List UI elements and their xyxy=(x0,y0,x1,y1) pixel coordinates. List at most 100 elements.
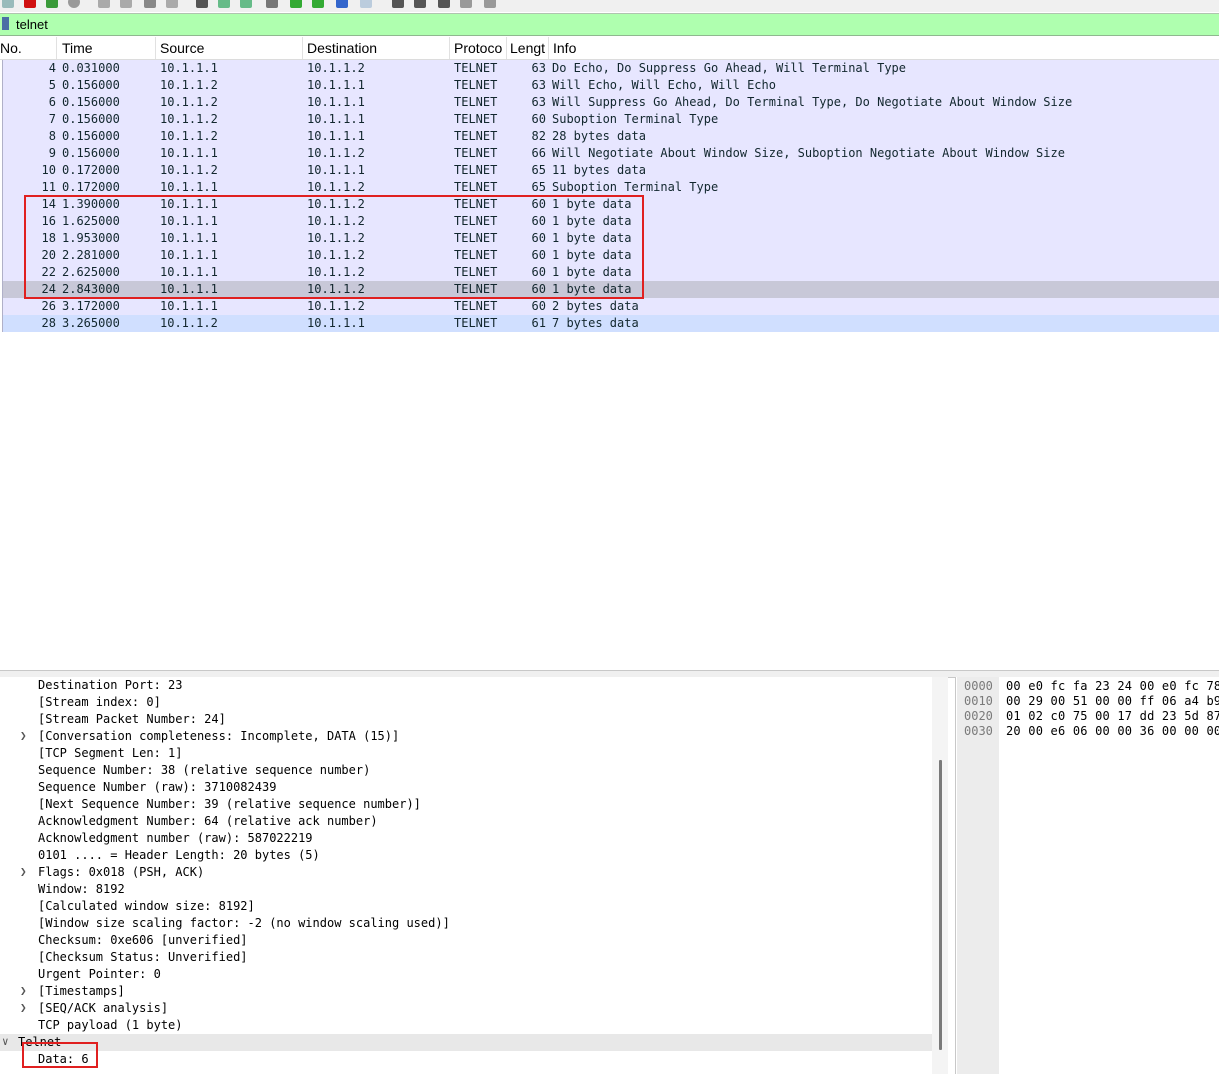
autoscroll-icon[interactable] xyxy=(336,0,348,8)
detail-row[interactable]: Sequence Number: 38 (relative sequence n… xyxy=(0,762,932,779)
detail-text: Flags: 0x018 (PSH, ACK) xyxy=(38,865,205,879)
detail-text: [Calculated window size: 8192] xyxy=(38,899,255,913)
detail-text: Sequence Number (raw): 3710082439 xyxy=(38,780,277,794)
detail-text: [Conversation completeness: Incomplete, … xyxy=(38,729,400,743)
go-back-icon[interactable] xyxy=(218,0,230,8)
packet-time-cell: 0.156000 xyxy=(62,146,120,160)
detail-row[interactable]: ❯ [SEQ/ACK analysis] xyxy=(0,1000,932,1017)
capture-options-icon[interactable] xyxy=(68,0,80,8)
packet-list-header: No. Time Source Destination Protoco Leng… xyxy=(0,37,1219,60)
expand-arrow-icon[interactable]: ❯ xyxy=(20,729,27,742)
packet-row[interactable]: 8 0.156000 10.1.1.2 10.1.1.1 TELNET 82 28 byte… xyxy=(2,128,1219,145)
expand-arrow-icon[interactable]: ❯ xyxy=(20,984,27,997)
detail-row[interactable]: Checksum: 0xe606 [unverified] xyxy=(0,932,932,949)
details-scrollbar-thumb[interactable] xyxy=(939,760,942,1050)
go-last-icon[interactable] xyxy=(312,0,324,8)
packet-row[interactable]: 6 0.156000 10.1.1.2 10.1.1.1 TELNET 63 Will Su… xyxy=(2,94,1219,111)
packet-row[interactable]: 4 0.031000 10.1.1.1 10.1.1.2 TELNET 63 Do Echo… xyxy=(2,60,1219,77)
display-filter-input[interactable] xyxy=(14,15,1208,33)
column-header-protocol[interactable]: Protoco xyxy=(454,40,505,56)
find-packet-icon[interactable] xyxy=(196,0,208,8)
packet-row[interactable]: 10 0.172000 10.1.1.2 10.1.1.1 TELNET 65 11 byt… xyxy=(2,162,1219,179)
detail-row[interactable]: Acknowledgment number (raw): 587022219 xyxy=(0,830,932,847)
normal-size-icon[interactable] xyxy=(438,0,450,8)
expand-arrow-icon[interactable]: ❯ xyxy=(20,865,27,878)
detail-row[interactable]: ❯ [Conversation completeness: Incomplete,… xyxy=(0,728,932,745)
detail-text: [SEQ/ACK analysis] xyxy=(38,1001,169,1015)
detail-text: Acknowledgment number (raw): 587022219 xyxy=(38,831,313,845)
column-header-time[interactable]: Time xyxy=(62,40,154,56)
detail-row[interactable]: 0101 .... = Header Length: 20 bytes (5) xyxy=(0,847,932,864)
packet-dst-cell: 10.1.1.2 xyxy=(307,299,365,313)
column-header-info[interactable]: Info xyxy=(553,40,753,56)
detail-row[interactable]: Sequence Number (raw): 3710082439 xyxy=(0,779,932,796)
packet-time-cell: 3.172000 xyxy=(62,299,120,313)
go-to-packet-icon[interactable] xyxy=(266,0,278,8)
colorize-icon[interactable] xyxy=(360,0,372,8)
detail-row-telnet[interactable]: ∨ Telnet xyxy=(0,1034,932,1051)
column-header-no[interactable]: No. xyxy=(0,40,54,56)
filter-bookmark-icon[interactable] xyxy=(2,17,9,33)
bytes-hex: 20 00 e6 06 00 00 36 00 00 00 xyxy=(1006,724,1219,738)
detail-row-telnet-data[interactable]: Data: 6 xyxy=(0,1051,932,1068)
reload-icon[interactable] xyxy=(166,0,178,8)
expand-arrow-icon[interactable]: ∨ xyxy=(2,1035,9,1048)
detail-text: 0101 .... = Header Length: 20 bytes (5) xyxy=(38,848,320,862)
packet-len-cell: 63 xyxy=(531,61,546,75)
packet-len-cell: 61 xyxy=(531,316,546,330)
detail-row[interactable]: Urgent Pointer: 0 xyxy=(0,966,932,983)
detail-row[interactable]: [Window size scaling factor: -2 (no wind… xyxy=(0,915,932,932)
packet-no-cell: 5 xyxy=(48,78,56,92)
detail-row[interactable]: [TCP Segment Len: 1] xyxy=(0,745,932,762)
packet-row[interactable]: 9 0.156000 10.1.1.1 10.1.1.2 TELNET 66 Will Ne… xyxy=(2,145,1219,162)
packet-row[interactable]: 26 3.172000 10.1.1.1 10.1.1.2 TELNET 60 2 byte… xyxy=(2,298,1219,315)
annotation-data-box xyxy=(22,1042,98,1068)
column-header-source[interactable]: Source xyxy=(160,40,300,56)
column-header-length[interactable]: Lengt xyxy=(510,40,548,56)
packet-row[interactable]: 11 0.172000 10.1.1.1 10.1.1.2 TELNET 65 Subopt… xyxy=(2,179,1219,196)
detail-row[interactable]: [Calculated window size: 8192] xyxy=(0,898,932,915)
detail-row[interactable]: Window: 8192 xyxy=(0,881,932,898)
detail-text: Acknowledgment Number: 64 (relative ack … xyxy=(38,814,378,828)
packet-no-cell: 9 xyxy=(48,146,56,160)
zoom-out-icon[interactable] xyxy=(414,0,426,8)
detail-row[interactable]: Destination Port: 23 xyxy=(0,677,932,694)
detail-text: [TCP Segment Len: 1] xyxy=(38,746,183,760)
packet-len-cell: 82 xyxy=(531,129,546,143)
packet-proto-cell: TELNET xyxy=(454,61,498,75)
detail-row[interactable]: ❯ [Timestamps] xyxy=(0,983,932,1000)
go-forward-icon[interactable] xyxy=(240,0,252,8)
packet-src-cell: 10.1.1.2 xyxy=(160,129,218,143)
detail-row[interactable]: [Stream index: 0] xyxy=(0,694,932,711)
detail-row[interactable]: [Checksum Status: Unverified] xyxy=(0,949,932,966)
detail-row[interactable]: [Stream Packet Number: 24] xyxy=(0,711,932,728)
bytes-offset: 0020 xyxy=(964,709,993,723)
restart-capture-icon[interactable] xyxy=(46,0,58,8)
detail-row[interactable]: TCP payload (1 byte) xyxy=(0,1017,932,1034)
layout-icon[interactable] xyxy=(484,0,496,8)
packet-no-cell: 28 xyxy=(41,316,56,330)
packet-proto-cell: TELNET xyxy=(454,112,498,126)
packet-len-cell: 66 xyxy=(531,146,546,160)
packet-row[interactable]: 5 0.156000 10.1.1.2 10.1.1.1 TELNET 63 Will Ec… xyxy=(2,77,1219,94)
open-icon[interactable] xyxy=(2,0,14,8)
detail-row[interactable]: [Next Sequence Number: 39 (relative sequ… xyxy=(0,796,932,813)
detail-row[interactable]: Acknowledgment Number: 64 (relative ack … xyxy=(0,813,932,830)
zoom-in-icon[interactable] xyxy=(392,0,404,8)
packet-len-cell: 60 xyxy=(531,112,546,126)
packet-no-cell: 10 xyxy=(41,163,56,177)
open-file-icon[interactable] xyxy=(98,0,110,8)
save-file-icon[interactable] xyxy=(120,0,132,8)
close-file-icon[interactable] xyxy=(144,0,156,8)
resize-columns-icon[interactable] xyxy=(460,0,472,8)
expand-arrow-icon[interactable]: ❯ xyxy=(20,1001,27,1014)
column-header-destination[interactable]: Destination xyxy=(307,40,447,56)
stop-capture-icon[interactable] xyxy=(24,0,36,8)
packet-row[interactable]: 7 0.156000 10.1.1.2 10.1.1.1 TELNET 60 Subopti… xyxy=(2,111,1219,128)
go-first-icon[interactable] xyxy=(290,0,302,8)
detail-row[interactable]: ❯ Flags: 0x018 (PSH, ACK) xyxy=(0,864,932,881)
packet-row[interactable]: 28 3.265000 10.1.1.2 10.1.1.1 TELNET 61 7 byte… xyxy=(2,315,1219,332)
packet-len-cell: 63 xyxy=(531,95,546,109)
packet-len-cell: 60 xyxy=(531,299,546,313)
detail-text: [Window size scaling factor: -2 (no wind… xyxy=(38,916,450,930)
